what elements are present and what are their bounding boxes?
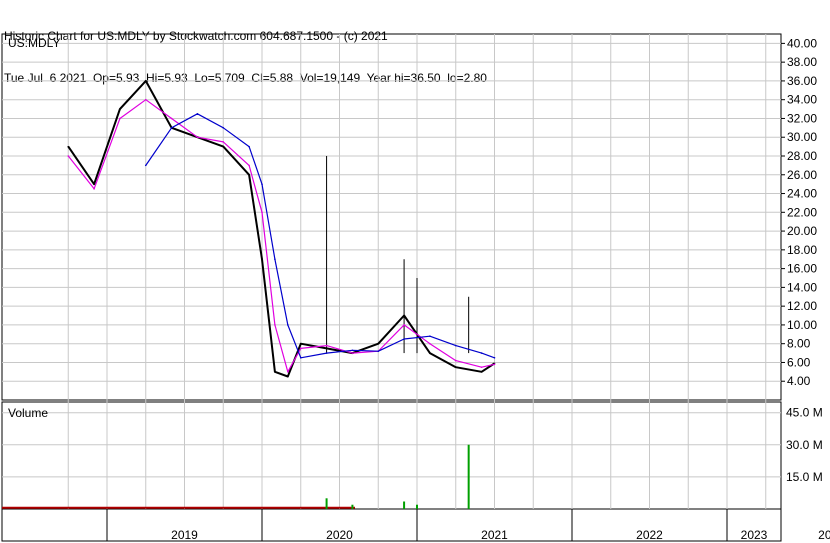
- year-label: 2024: [818, 528, 830, 542]
- series-point-price: [429, 352, 431, 354]
- series-point-ma_short: [274, 324, 276, 326]
- price-tick-label: 24.00: [787, 187, 817, 201]
- series-line-ma_long: [145, 113, 495, 359]
- series-point-ma_short: [144, 98, 147, 101]
- series-point-ma_short: [287, 371, 289, 373]
- price-tick-label: 10.00: [787, 318, 817, 332]
- series-point-ma_long: [170, 127, 173, 129]
- series-point-ma_short: [248, 164, 250, 167]
- series-point-price: [248, 173, 250, 176]
- price-tick-label: 18.00: [787, 243, 817, 257]
- series-point-ma_short: [454, 359, 457, 362]
- series-point-price: [274, 371, 276, 373]
- series-point-ma_short: [261, 211, 263, 214]
- series-point-ma_long: [377, 350, 380, 353]
- price-tick-label: 26.00: [787, 168, 817, 182]
- year-label: 2023: [741, 528, 768, 542]
- year-label: 2020: [326, 528, 353, 542]
- series-point-price: [287, 375, 289, 378]
- series-point-ma_long: [274, 258, 276, 261]
- series-point-price: [67, 145, 70, 148]
- price-volume-chart: 4.00 6.00 8.00 10.00 12.00 14.00 16.00 18.00 20.…: [1, 33, 830, 542]
- series-point-ma_long: [480, 352, 483, 354]
- series-point-ma_long: [287, 324, 289, 326]
- year-labels: 2019 2020 2021 2022 2023 2024: [171, 528, 830, 542]
- series-point-price: [325, 347, 328, 350]
- series-point-price: [454, 366, 457, 368]
- year-label: 2022: [636, 528, 663, 542]
- price-tick-label: 32.00: [787, 111, 817, 125]
- series-point-ma_short: [93, 188, 95, 190]
- price-tick-label: 4.00: [787, 374, 811, 388]
- volume-tick-label: 15.0 M: [786, 470, 823, 484]
- series-point-price: [222, 145, 225, 148]
- series-point-ma_long: [196, 112, 199, 115]
- price-tick-label: 20.00: [787, 224, 817, 238]
- series-point-ma_short: [429, 342, 431, 345]
- year-label: 2019: [171, 528, 198, 542]
- series-point-ma_long: [325, 352, 328, 354]
- price-tick-label: 30.00: [787, 130, 817, 144]
- series-point-ma_long: [351, 349, 354, 352]
- series-point-ma_long: [261, 183, 263, 185]
- volume-tick-labels: 15.0 M 30.0 M 45.0 M: [786, 406, 823, 484]
- price-tick-label: 8.00: [787, 337, 811, 351]
- series-point-ma_long: [144, 164, 147, 167]
- series-point-ma_long: [454, 344, 457, 347]
- price-tick-label: 12.00: [787, 299, 817, 313]
- series-point-ma_long: [403, 338, 405, 340]
- price-tick-label: 36.00: [787, 74, 817, 88]
- series-point-ma_long: [248, 145, 250, 148]
- volume-tick-label: 45.0 M: [786, 406, 823, 420]
- series-point-price: [261, 258, 263, 261]
- series-line-ma_short: [67, 99, 495, 373]
- series-point-ma_short: [67, 155, 70, 157]
- series-point-ma_short: [493, 363, 496, 366]
- series-point-price: [377, 342, 380, 345]
- price-tick-label: 16.00: [787, 262, 817, 276]
- series-point-price: [480, 371, 483, 373]
- series-point-ma_short: [119, 117, 121, 120]
- price-tick-labels: 4.00 6.00 8.00 10.00 12.00 14.00 16.00 18.00 20.…: [787, 36, 817, 388]
- series-point-price: [144, 80, 147, 82]
- series-point-price: [93, 183, 95, 185]
- price-panel-title: US:MDLY: [8, 36, 60, 50]
- series-line-price: [67, 79, 496, 378]
- price-tick-label: 28.00: [787, 149, 817, 163]
- series-point-ma_short: [403, 324, 405, 326]
- series-point-ma_short: [196, 136, 199, 139]
- series-point-price: [299, 342, 302, 345]
- price-series-group: [67, 79, 496, 378]
- series-point-ma_long: [299, 356, 302, 359]
- series-point-ma_short: [299, 347, 302, 350]
- series-point-ma_long: [429, 335, 431, 337]
- price-tick-label: 6.00: [787, 355, 811, 369]
- price-gridlines: [2, 42, 785, 382]
- price-tick-label: 22.00: [787, 205, 817, 219]
- price-tick-label: 14.00: [787, 280, 817, 294]
- volume-tick-label: 30.0 M: [786, 438, 823, 452]
- series-point-ma_short: [480, 366, 483, 368]
- series-point-ma_short: [351, 352, 354, 354]
- series-point-ma_long: [222, 127, 225, 129]
- series-point-ma_long: [493, 356, 496, 359]
- volume-panel: [1, 401, 782, 510]
- price-tick-label: 34.00: [787, 93, 817, 107]
- series-point-ma_short: [325, 344, 328, 347]
- year-label: 2021: [481, 528, 508, 542]
- series-point-price: [119, 108, 121, 110]
- series-point-price: [403, 314, 405, 317]
- series-point-ma_short: [222, 141, 225, 143]
- series-point-ma_short: [170, 117, 173, 120]
- price-tick-label: 38.00: [787, 55, 817, 69]
- price-tick-label: 40.00: [787, 36, 817, 50]
- volume-panel-title: Volume: [8, 406, 48, 420]
- date-axis: [1, 508, 782, 542]
- volume-gridlines: [2, 412, 781, 478]
